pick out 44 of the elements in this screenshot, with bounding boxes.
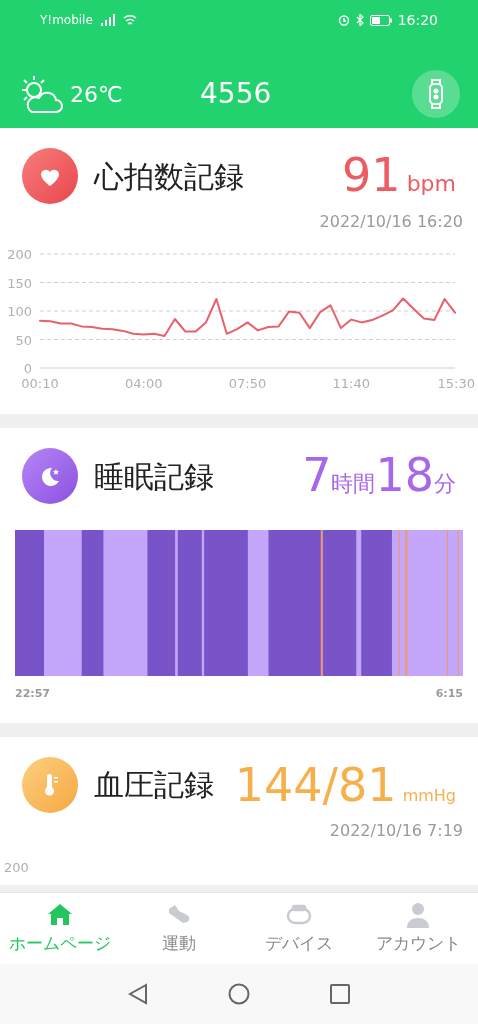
card-title: 睡眠記録 bbox=[94, 457, 215, 496]
minutes-unit: 分 bbox=[434, 471, 456, 498]
y-axis-label: 100 bbox=[7, 304, 32, 319]
nav-tab[interactable]: 運動 bbox=[119, 893, 239, 964]
y-axis-label: 150 bbox=[7, 275, 32, 291]
card-title: 血圧記録 bbox=[94, 766, 215, 804]
reading-value: 144/81 bbox=[234, 761, 397, 808]
sleep-end-time: 6:15 bbox=[435, 686, 463, 702]
wifi-icon bbox=[122, 14, 137, 26]
y-axis-label: 0 bbox=[23, 361, 32, 376]
temperature: 26℃ bbox=[70, 80, 124, 109]
reading-value: 91 bbox=[342, 152, 401, 198]
x-axis-label: 04:00 bbox=[125, 376, 163, 391]
sleep-hours: 7 bbox=[302, 452, 332, 498]
bluetooth-icon bbox=[355, 14, 364, 26]
card-title: 心拍数記録 bbox=[94, 157, 245, 196]
carrier-name: Y!mobile bbox=[40, 12, 93, 29]
timestamp: 2022/10/16 16:20 bbox=[319, 211, 463, 233]
nav-tab[interactable]: ホームページ bbox=[0, 893, 120, 964]
band-icon bbox=[427, 79, 445, 109]
step-count: 4556 bbox=[200, 76, 273, 112]
battery-icon bbox=[369, 14, 392, 26]
moon-icon bbox=[22, 448, 78, 504]
home-circle-icon[interactable] bbox=[228, 983, 250, 1005]
reading-unit: bpm bbox=[406, 170, 456, 198]
x-axis-label: 15:30 bbox=[437, 376, 475, 391]
back-icon[interactable] bbox=[128, 983, 148, 1005]
sleep-minutes: 18 bbox=[375, 452, 434, 498]
y-axis-label: 50 bbox=[15, 332, 32, 348]
hours-unit: 時間 bbox=[331, 470, 376, 498]
x-axis-label: 11:40 bbox=[332, 376, 370, 391]
reading-unit: mmHg bbox=[402, 784, 456, 807]
y-axis-label: 200 bbox=[7, 247, 32, 262]
signal-icon bbox=[100, 14, 115, 26]
recents-icon[interactable] bbox=[330, 984, 350, 1004]
nav-tab[interactable]: デバイス bbox=[239, 893, 359, 964]
sleep-start-time: 22:57 bbox=[15, 686, 50, 702]
clock-time: 16:20 bbox=[397, 10, 438, 30]
nav-tab[interactable]: アカウント bbox=[358, 893, 478, 964]
x-axis-label: 07:50 bbox=[228, 376, 267, 391]
alarm-icon bbox=[337, 14, 350, 26]
timestamp: 2022/10/16 7:19 bbox=[329, 819, 463, 842]
x-axis-label: 00:10 bbox=[21, 376, 59, 391]
y-axis-label: 200 bbox=[4, 859, 29, 875]
